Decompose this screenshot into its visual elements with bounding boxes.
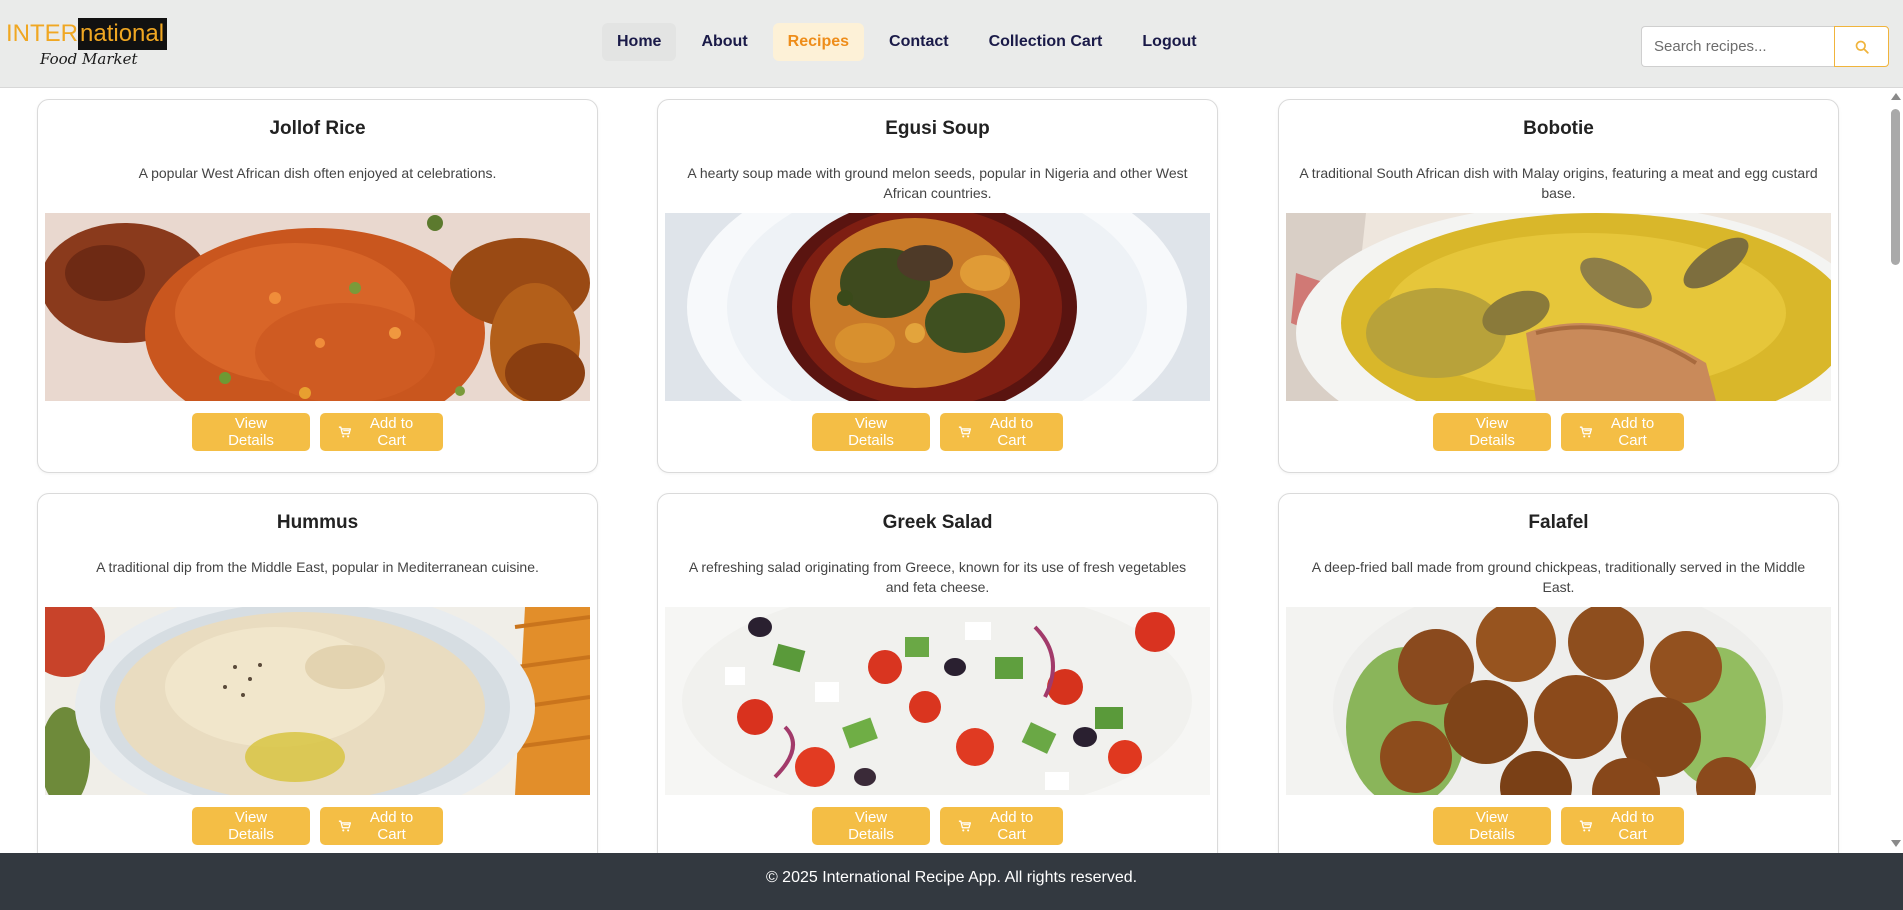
recipe-title: Greek Salad: [882, 512, 993, 533]
search-bar: [1641, 26, 1889, 67]
logo-tagline: Food Market: [40, 50, 138, 68]
cart-icon: [958, 426, 971, 438]
cart-icon: [1579, 426, 1592, 438]
recipe-actions: View Details Add to Cart: [38, 413, 597, 451]
site-footer: © 2025 International Recipe App. All rig…: [0, 853, 1903, 910]
recipe-description: A popular West African dish often enjoye…: [138, 165, 497, 181]
nav-recipes[interactable]: Recipes: [772, 23, 865, 61]
view-details-button[interactable]: View Details: [192, 807, 310, 845]
add-to-cart-label: Add to Cart: [1610, 809, 1655, 843]
recipe-title: Falafel: [1528, 512, 1589, 533]
add-to-cart-button[interactable]: Add to Cart: [940, 807, 1063, 845]
cart-icon: [958, 820, 971, 832]
scroll-thumb[interactable]: [1891, 109, 1900, 265]
add-to-cart-label: Add to Cart: [989, 415, 1034, 449]
recipe-card: Greek Salad A refreshing salad originati…: [657, 493, 1218, 853]
view-details-button[interactable]: View Details: [1433, 807, 1551, 845]
recipe-description: A hearty soup made with ground melon see…: [687, 165, 1188, 201]
view-details-button[interactable]: View Details: [192, 413, 310, 451]
recipe-card: Hummus A traditional dip from the Middle…: [37, 493, 598, 853]
search-icon: [1855, 40, 1869, 54]
add-to-cart-label: Add to Cart: [1610, 415, 1655, 449]
logo-part-national: national: [78, 18, 168, 50]
add-to-cart-button[interactable]: Add to Cart: [1561, 807, 1684, 845]
recipe-description: A refreshing salad originating from Gree…: [688, 559, 1187, 595]
add-to-cart-button[interactable]: Add to Cart: [1561, 413, 1684, 451]
recipes-grid: Jollof Rice A popular West African dish …: [0, 89, 1888, 853]
cart-icon: [338, 820, 351, 832]
nav-about[interactable]: About: [686, 23, 762, 61]
recipe-actions: View Details Add to Cart: [1279, 413, 1838, 451]
scroll-down-arrow-icon[interactable]: [1891, 840, 1901, 847]
nav-logout[interactable]: Logout: [1127, 23, 1211, 61]
main-nav: Home About Recipes Contact Collection Ca…: [602, 23, 1212, 61]
recipe-card: Egusi Soup A hearty soup made with groun…: [657, 99, 1218, 473]
add-to-cart-button[interactable]: Add to Cart: [940, 413, 1063, 451]
recipe-card: Falafel A deep-fried ball made from grou…: [1278, 493, 1839, 853]
scroll-up-arrow-icon[interactable]: [1891, 93, 1901, 100]
cart-icon: [1579, 820, 1592, 832]
recipe-description: A deep-fried ball made from ground chick…: [1311, 559, 1806, 595]
recipe-image[interactable]: [1286, 213, 1831, 401]
page-scrollbar[interactable]: [1888, 89, 1903, 853]
nav-collection-cart[interactable]: Collection Cart: [974, 23, 1118, 61]
recipe-image[interactable]: [45, 213, 590, 401]
nav-home[interactable]: Home: [602, 23, 677, 61]
add-to-cart-button[interactable]: Add to Cart: [320, 807, 443, 845]
view-details-button[interactable]: View Details: [812, 807, 930, 845]
recipe-title: Jollof Rice: [269, 118, 366, 139]
site-logo[interactable]: INTER national Food Market: [4, 18, 176, 70]
search-button[interactable]: [1834, 26, 1889, 67]
recipe-title: Egusi Soup: [885, 118, 990, 139]
recipe-actions: View Details Add to Cart: [658, 807, 1217, 845]
add-to-cart-label: Add to Cart: [369, 415, 414, 449]
recipe-image[interactable]: [45, 607, 590, 795]
nav-contact[interactable]: Contact: [874, 23, 964, 61]
recipe-image[interactable]: [665, 213, 1210, 401]
logo-part-inter: INTER: [6, 20, 78, 47]
view-details-button[interactable]: View Details: [1433, 413, 1551, 451]
footer-copyright: © 2025 International Recipe App. All rig…: [765, 869, 1138, 886]
logo-wordmark: INTER national: [4, 18, 176, 50]
view-details-button[interactable]: View Details: [812, 413, 930, 451]
add-to-cart-button[interactable]: Add to Cart: [320, 413, 443, 451]
add-to-cart-label: Add to Cart: [989, 809, 1034, 843]
recipe-actions: View Details Add to Cart: [658, 413, 1217, 451]
recipe-card: Jollof Rice A popular West African dish …: [37, 99, 598, 473]
cart-icon: [338, 426, 351, 438]
recipe-actions: View Details Add to Cart: [1279, 807, 1838, 845]
search-input[interactable]: [1641, 26, 1834, 67]
recipe-image[interactable]: [665, 607, 1210, 795]
recipe-title: Hummus: [276, 512, 359, 533]
recipe-description: A traditional South African dish with Ma…: [1299, 165, 1818, 201]
recipe-actions: View Details Add to Cart: [38, 807, 597, 845]
recipe-card: Bobotie A traditional South African dish…: [1278, 99, 1839, 473]
recipe-image[interactable]: [1286, 607, 1831, 795]
recipe-title: Bobotie: [1523, 118, 1594, 139]
add-to-cart-label: Add to Cart: [369, 809, 414, 843]
recipe-description: A traditional dip from the Middle East, …: [96, 559, 539, 575]
site-header: INTER national Food Market Home About Re…: [0, 0, 1903, 88]
